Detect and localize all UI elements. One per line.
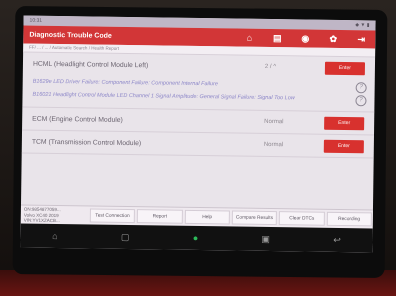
- recording-button[interactable]: Recording: [326, 211, 372, 227]
- back-icon[interactable]: ↩: [333, 234, 341, 245]
- module-row: TCM (Transmission Control Module) Normal…: [21, 130, 374, 159]
- test-connection-button[interactable]: Test Connection: [89, 208, 136, 224]
- module-name: ECM (Engine Control Module): [32, 115, 123, 124]
- screenshot-icon[interactable]: ▣: [261, 233, 270, 244]
- module-name: TCM (Transmission Control Module): [31, 138, 142, 147]
- page-title: Diagnostic Trouble Code: [29, 31, 112, 40]
- module-status: 2 / ^: [264, 63, 277, 71]
- module-name: HCML (Headlight Control Module Left): [32, 60, 149, 69]
- compare-results-button[interactable]: Compare Results: [231, 210, 278, 226]
- enter-button[interactable]: Enter: [324, 61, 366, 75]
- status-icons: ◆ ▼ ▮: [355, 22, 370, 29]
- help-icon[interactable]: ?: [355, 95, 367, 107]
- tablet-screen: 10:31 ◆ ▼ ▮ Diagnostic Trouble Code ⌂ ▤ …: [20, 15, 376, 253]
- module-row: HCML (Headlight Control Module Left) 2 /…: [22, 52, 376, 113]
- launch-icon[interactable]: ●: [193, 233, 199, 243]
- enter-button[interactable]: Enter: [323, 139, 364, 153]
- dtc-text: B1629e LED Driver Failure: Component Fai…: [32, 78, 219, 88]
- module-status: Normal: [264, 118, 284, 126]
- module-status: Normal: [263, 141, 284, 149]
- exit-icon[interactable]: ⇥: [347, 30, 375, 48]
- camera-icon[interactable]: ◉: [291, 29, 319, 47]
- vehicle-info: ON:9854877059... Volvo XC40 2019 VIN:YV1…: [21, 206, 89, 225]
- clear-dtcs-button[interactable]: Clear DTCs: [279, 211, 325, 226]
- enter-button[interactable]: Enter: [324, 116, 365, 130]
- home-icon[interactable]: ⌂: [235, 29, 263, 47]
- print-icon[interactable]: ▤: [263, 29, 291, 47]
- settings-icon[interactable]: ✿: [319, 30, 347, 48]
- home-nav-icon[interactable]: ⌂: [52, 231, 58, 241]
- help-button[interactable]: Help: [184, 209, 230, 225]
- dtc-text: B16021 Headlight Control Module LED Chan…: [32, 91, 295, 102]
- android-nav-bar: ⌂ ▢ ● ▣ ↩: [20, 223, 373, 253]
- report-button[interactable]: Report: [137, 209, 183, 224]
- status-time: 10:31: [29, 17, 43, 24]
- recent-apps-icon[interactable]: ▢: [121, 231, 130, 242]
